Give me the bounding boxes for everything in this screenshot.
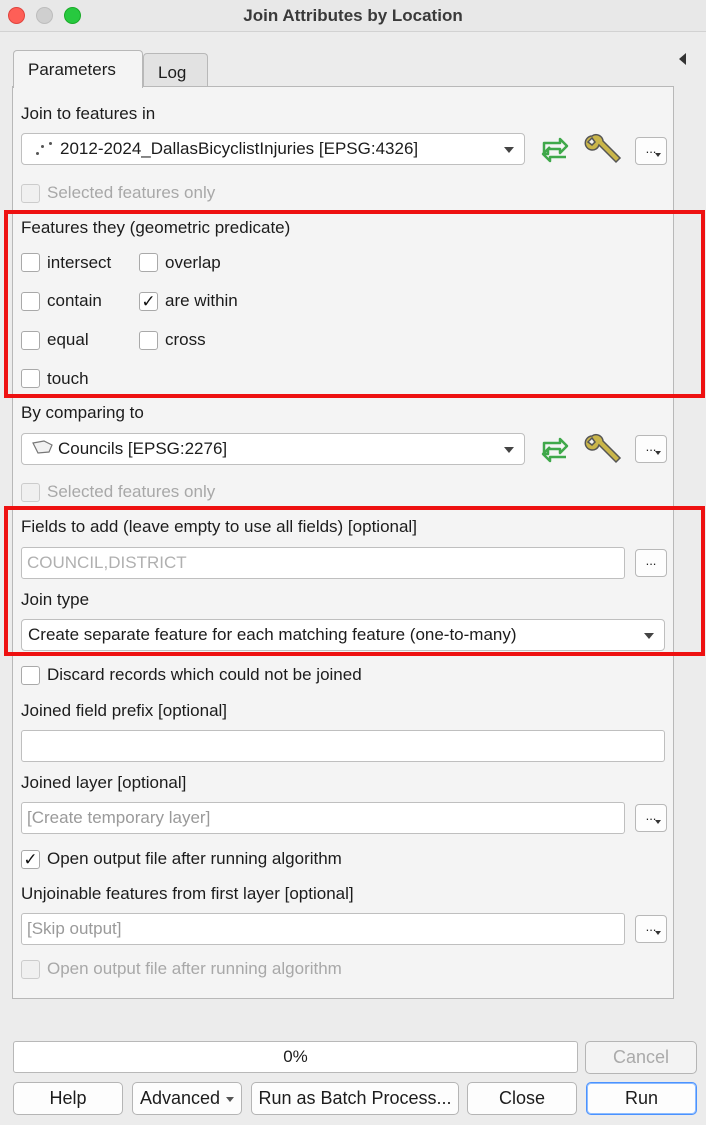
join-type-label: Join type [21, 590, 90, 609]
point-layer-icon [30, 139, 56, 159]
comparing-selected-only-label: Selected features only [47, 482, 216, 501]
join-to-label: Join to features in [21, 104, 156, 123]
open-output-label: Open output file after running algorithm [47, 849, 342, 868]
predicate-cross-label: cross [165, 330, 206, 349]
predicate-within-label: are within [165, 291, 238, 310]
iterate-icon[interactable] [538, 135, 572, 165]
fields-input[interactable]: COUNCIL,DISTRICT [21, 547, 625, 579]
chevron-down-icon [655, 820, 661, 824]
join-layer-combo[interactable]: 2012-2024_DallasBicyclistInjuries [EPSG:… [21, 133, 525, 165]
predicate-equal-checkbox[interactable] [21, 331, 40, 350]
joined-layer-input[interactable]: [Create temporary layer] [21, 802, 625, 834]
predicate-cross-checkbox[interactable] [139, 331, 158, 350]
wrench-icon[interactable] [584, 432, 624, 468]
predicate-equal-label: equal [47, 330, 89, 349]
predicate-overlap-checkbox[interactable] [139, 253, 158, 272]
fields-select-button[interactable]: ... [635, 549, 667, 577]
predicate-touch-checkbox[interactable] [21, 369, 40, 388]
predicate-contain-checkbox[interactable] [21, 292, 40, 311]
window-title: Join Attributes by Location [243, 6, 463, 25]
batch-process-button[interactable]: Run as Batch Process... [251, 1082, 459, 1115]
chevron-down-icon [504, 147, 514, 153]
chevron-down-icon [655, 153, 661, 157]
tab-log[interactable]: Log [143, 53, 208, 87]
advanced-button[interactable]: Advanced [132, 1082, 242, 1115]
open-output-checkbox[interactable]: ✓ [21, 850, 40, 869]
help-button[interactable]: Help [13, 1082, 123, 1115]
predicate-overlap-label: overlap [165, 253, 221, 272]
checkmark-icon: ✓ [141, 292, 156, 311]
chevron-down-icon [655, 451, 661, 455]
join-layer-options-button[interactable]: ... [635, 137, 667, 165]
join-selected-only-label: Selected features only [47, 183, 216, 202]
join-selected-only-checkbox[interactable] [21, 184, 40, 203]
unjoinable-input[interactable]: [Skip output] [21, 913, 625, 945]
predicate-label: Features they (geometric predicate) [21, 218, 291, 237]
unjoinable-label: Unjoinable features from first layer [op… [21, 884, 354, 903]
chevron-down-icon [655, 931, 661, 935]
joined-layer-label: Joined layer [optional] [21, 773, 187, 792]
unjoinable-open-output-checkbox[interactable] [21, 960, 40, 979]
progress-bar: 0% [13, 1041, 578, 1073]
unjoinable-open-output-label: Open output file after running algorithm [47, 959, 342, 978]
prefix-label: Joined field prefix [optional] [21, 701, 228, 720]
chevron-down-icon [504, 447, 514, 453]
predicate-touch-label: touch [47, 369, 89, 388]
tab-parameters[interactable]: Parameters [13, 50, 143, 88]
window-titlebar: Join Attributes by Location [0, 0, 706, 32]
predicate-contain-label: contain [47, 291, 102, 310]
wrench-icon[interactable] [584, 132, 624, 168]
close-button[interactable]: Close [467, 1082, 577, 1115]
joined-layer-options-button[interactable]: ... [635, 804, 667, 832]
join-type-value: Create separate feature for each matchin… [28, 625, 517, 644]
polygon-layer-icon [30, 438, 54, 461]
join-type-combo[interactable]: Create separate feature for each matchin… [21, 619, 665, 651]
comparing-layer-combo[interactable]: Councils [EPSG:2276] [21, 433, 525, 465]
iterate-icon[interactable] [538, 435, 572, 465]
comparing-selected-only-checkbox[interactable] [21, 483, 40, 502]
run-button[interactable]: Run [586, 1082, 697, 1115]
predicate-intersect-label: intersect [47, 253, 112, 272]
discard-label: Discard records which could not be joine… [47, 665, 362, 684]
discard-checkbox[interactable] [21, 666, 40, 685]
comparing-layer-value: Councils [EPSG:2276] [58, 439, 228, 458]
comparing-label: By comparing to [21, 403, 144, 422]
predicate-highlight-box [4, 210, 705, 398]
chevron-down-icon [644, 633, 654, 639]
join-layer-value: 2012-2024_DallasBicyclistInjuries [EPSG:… [60, 139, 419, 158]
checkmark-icon: ✓ [23, 850, 38, 869]
fields-label: Fields to add (leave empty to use all fi… [21, 517, 417, 536]
prefix-input[interactable] [21, 730, 665, 762]
cancel-button[interactable]: Cancel [585, 1041, 697, 1074]
unjoinable-options-button[interactable]: ... [635, 915, 667, 943]
collapse-arrow-icon[interactable] [679, 53, 686, 65]
predicate-intersect-checkbox[interactable] [21, 253, 40, 272]
chevron-down-icon [226, 1096, 235, 1102]
advanced-label: Advanced [139, 1088, 221, 1108]
predicate-within-checkbox[interactable]: ✓ [139, 292, 158, 311]
comparing-layer-options-button[interactable]: ... [635, 435, 667, 463]
